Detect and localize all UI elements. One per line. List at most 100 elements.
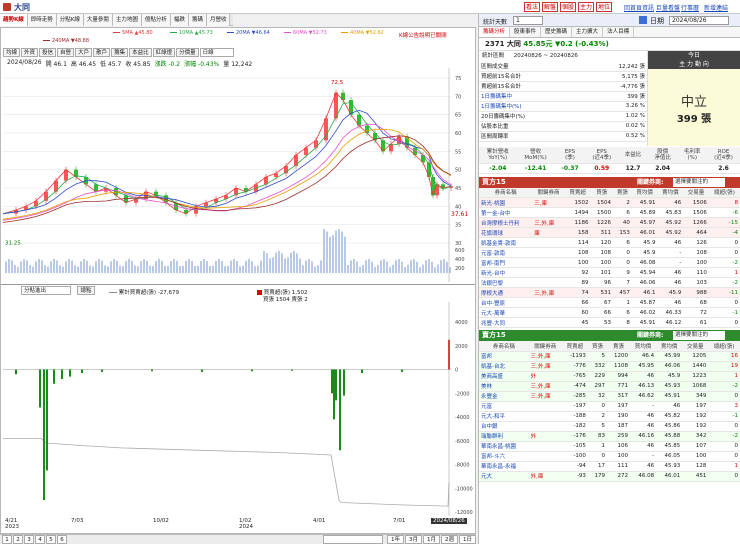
indicator-button[interactable]: 大戶	[75, 48, 93, 57]
broker-row[interactable]: 法銀巴黎 89 96 7 46.06 46 103 -2	[479, 277, 740, 288]
broker-row[interactable]: 富邦 三,外,庫 -1193 5 1200 46.4 45.99 1205 16	[479, 351, 740, 362]
tab-analysis[interactable]: 億點分析	[141, 14, 171, 26]
broker-row[interactable]: 台中銀 -182 5 187 46 45.86 192 0	[479, 421, 740, 432]
tab-branch-kline[interactable]: 分點K線	[56, 14, 84, 26]
top-link-volume[interactable]: 巨量看盤	[656, 3, 680, 12]
broker-row[interactable]: 第一金-台中 1494 1500 6 45.89 45.83 1506 -6	[479, 207, 740, 218]
rp-tab[interactable]: 歷史籌碼	[541, 27, 573, 37]
rp-tab[interactable]: 股東事件	[510, 27, 542, 37]
top-link-add[interactable]: 新增連結	[704, 3, 728, 12]
price-chart[interactable]: 75 70 65 60 55 50 45 40 35 30600 400 200 72.5 31.25 37…	[1, 68, 475, 282]
range-button[interactable]: 2週	[441, 535, 458, 544]
broker-name[interactable]: 新光-台中	[479, 267, 533, 278]
range-button[interactable]: 1日	[459, 535, 476, 544]
scroll-range[interactable]	[323, 535, 383, 544]
broker-row[interactable]: 元大 外,庫 -93 179 272 46.08 46.01 451 0	[479, 471, 740, 482]
rp-tab[interactable]: 主力擴大	[572, 27, 604, 37]
broker-row[interactable]: 元大-和平 -188 2 190 46 45.82 192 -1	[479, 411, 740, 422]
indicator-button[interactable]: 散戶	[93, 48, 111, 57]
broker-row[interactable]: 美商高盛外 -765 229 994 46 45.9 1223 1	[479, 371, 740, 382]
indicator-button[interactable]: 籌集	[111, 48, 129, 57]
rp-tab[interactable]: 籌碼分析	[479, 27, 511, 37]
tab-kline[interactable]: 趨勢K線	[0, 14, 28, 26]
broker-row[interactable]: 富邦-斗六 -100 0 100-46.05 100 0	[479, 451, 740, 462]
broker-row[interactable]: 新光-桃園 三,庫 1502 1504 2 45.91 46 1506 8	[479, 197, 740, 208]
broker-name[interactable]: 華南永昌-桃園	[479, 441, 529, 452]
indicator-button[interactable]: 本益比	[129, 48, 152, 57]
page-button[interactable]: 3	[24, 535, 34, 544]
broker-name[interactable]: 元大-萬華	[479, 307, 533, 318]
range-button[interactable]: 1年	[387, 535, 404, 544]
top-button-3[interactable]: 個股	[560, 2, 576, 12]
broker-name[interactable]: 凱基金貴-敦南	[479, 237, 533, 248]
top-link-home[interactable]: 回首頁資訊	[624, 3, 654, 12]
buy-key-select[interactable]: 選擇要關注的	[673, 177, 725, 187]
indicator-button[interactable]: 日線	[199, 48, 234, 57]
broker-row[interactable]: 元大-萬華 60 66 6 46.02 46.33 72 -1	[479, 307, 740, 318]
broker-row[interactable]: 華南永昌-永福 -94 17 111 46 45.93 128 1	[479, 461, 740, 472]
indicator-button[interactable]: 紅綠燈	[152, 48, 176, 57]
page-button[interactable]: 6	[57, 535, 67, 544]
broker-name[interactable]: 摩根大通	[479, 287, 533, 298]
indicator-button[interactable]: 外資	[21, 48, 39, 57]
broker-name[interactable]: 第一金-台中	[479, 207, 533, 218]
tab-range[interactable]: 幅跌	[170, 14, 189, 26]
page-button[interactable]: 1	[2, 535, 12, 544]
date-input[interactable]: 2024/08/26	[669, 16, 729, 25]
broker-row[interactable]: 永豐金 三,外,庫 -285 32 317 46.62 45.91 349 0	[479, 391, 740, 402]
broker-row[interactable]: 元富-敦南 108 108 0 45.9-108 0	[479, 247, 740, 258]
broker-name[interactable]: 元富-敦南	[479, 247, 533, 258]
page-button[interactable]: 5	[46, 535, 56, 544]
tab-intraday[interactable]: 即時走勢	[27, 14, 57, 26]
broker-name[interactable]: 瑞聯群利	[479, 431, 529, 442]
broker-name[interactable]: 凱基-台北	[479, 361, 529, 372]
broker-name[interactable]: 富邦	[479, 351, 529, 362]
broker-row[interactable]: 台中-豐原 66 67 1 45.87 46 68 0	[479, 297, 740, 308]
broker-row[interactable]: 凱基金貴-敦南 114 120 6 45.9 46 126 0	[479, 237, 740, 248]
top-button-1[interactable]: 看法	[524, 2, 540, 12]
broker-name[interactable]: 台中-豐原	[479, 297, 533, 308]
total-button[interactable]: 總點	[77, 286, 95, 295]
range-button[interactable]: 3月	[405, 535, 422, 544]
broker-name[interactable]: 台中銀	[479, 421, 529, 432]
broker-row[interactable]: 花旗環球庫 158 311 153 46.01 45.92 464 -4	[479, 227, 740, 238]
tab-main-map[interactable]: 主力地圖	[112, 14, 142, 26]
range-button[interactable]: 1月	[423, 535, 440, 544]
broker-name[interactable]: 新光-桃園	[479, 197, 533, 208]
days-select[interactable]: 1	[513, 16, 543, 25]
broker-name[interactable]: 台灣摩根士丹利	[479, 217, 533, 228]
broker-name[interactable]: 富邦-斗六	[479, 451, 529, 462]
tab-big-volume[interactable]: 大量參閱	[83, 14, 113, 26]
broker-row[interactable]: 台灣摩根士丹利 三,外,庫 1186 1226 40 45.97 45.92 1266 -15	[479, 217, 740, 228]
tab-chips[interactable]: 籌碼	[188, 14, 207, 26]
broker-name[interactable]: 元大-和平	[479, 411, 529, 422]
broker-row[interactable]: 摩根大通 三,外,庫 74 531 457 46.1 45.9 988 -11	[479, 287, 740, 298]
indicator-button[interactable]: 均線	[3, 48, 21, 57]
top-link-calendar[interactable]: 行事曆	[681, 3, 699, 12]
broker-row[interactable]: 富邦-南門 100 100 0 46.08-100 -2	[479, 257, 740, 268]
broker-row[interactable]: 新光-台中 92 101 9 45.94 46 110 1	[479, 267, 740, 278]
broker-name[interactable]: 美林	[479, 381, 529, 392]
indicator-button[interactable]: 自營	[57, 48, 75, 57]
broker-name[interactable]: 兆豐-大同	[479, 317, 533, 328]
broker-row[interactable]: 華南永昌-桃園 -105 1 106 46 45.85 107 0	[479, 441, 740, 452]
broker-name[interactable]: 元富	[479, 401, 529, 412]
broker-name[interactable]: 永豐金	[479, 391, 529, 402]
broker-row[interactable]: 兆豐-大同 45 53 8 45.91 46.12 61 0	[479, 317, 740, 328]
sell-key-select[interactable]: 選擇要關注的	[673, 331, 725, 340]
broker-row[interactable]: 凱基-台北 三,外,庫 -776 332 1108 45.95 46.06 1440 19	[479, 361, 740, 372]
top-button-2[interactable]: 解盤	[542, 2, 558, 12]
branch-chart[interactable]: 400020000-2000-4000-6000-8000-10000-1200…	[1, 302, 475, 516]
broker-name[interactable]: 法銀巴黎	[479, 277, 533, 288]
page-button[interactable]: 4	[35, 535, 45, 544]
indicator-button[interactable]: 分價量	[176, 48, 199, 57]
branch-select[interactable]: 分點進出	[21, 286, 71, 295]
broker-row[interactable]: 元富 -197 0 197-46 197 3	[479, 401, 740, 412]
broker-name[interactable]: 美商高盛	[479, 371, 529, 382]
top-button-5[interactable]: 地位	[596, 2, 612, 12]
top-button-4[interactable]: 主力	[578, 2, 594, 12]
rp-tab[interactable]: 法人目標	[603, 27, 635, 37]
broker-name[interactable]: 富邦-南門	[479, 257, 533, 268]
broker-name[interactable]: 華南永昌-永福	[479, 461, 529, 472]
tab-monthly[interactable]: 月營收	[206, 14, 231, 26]
